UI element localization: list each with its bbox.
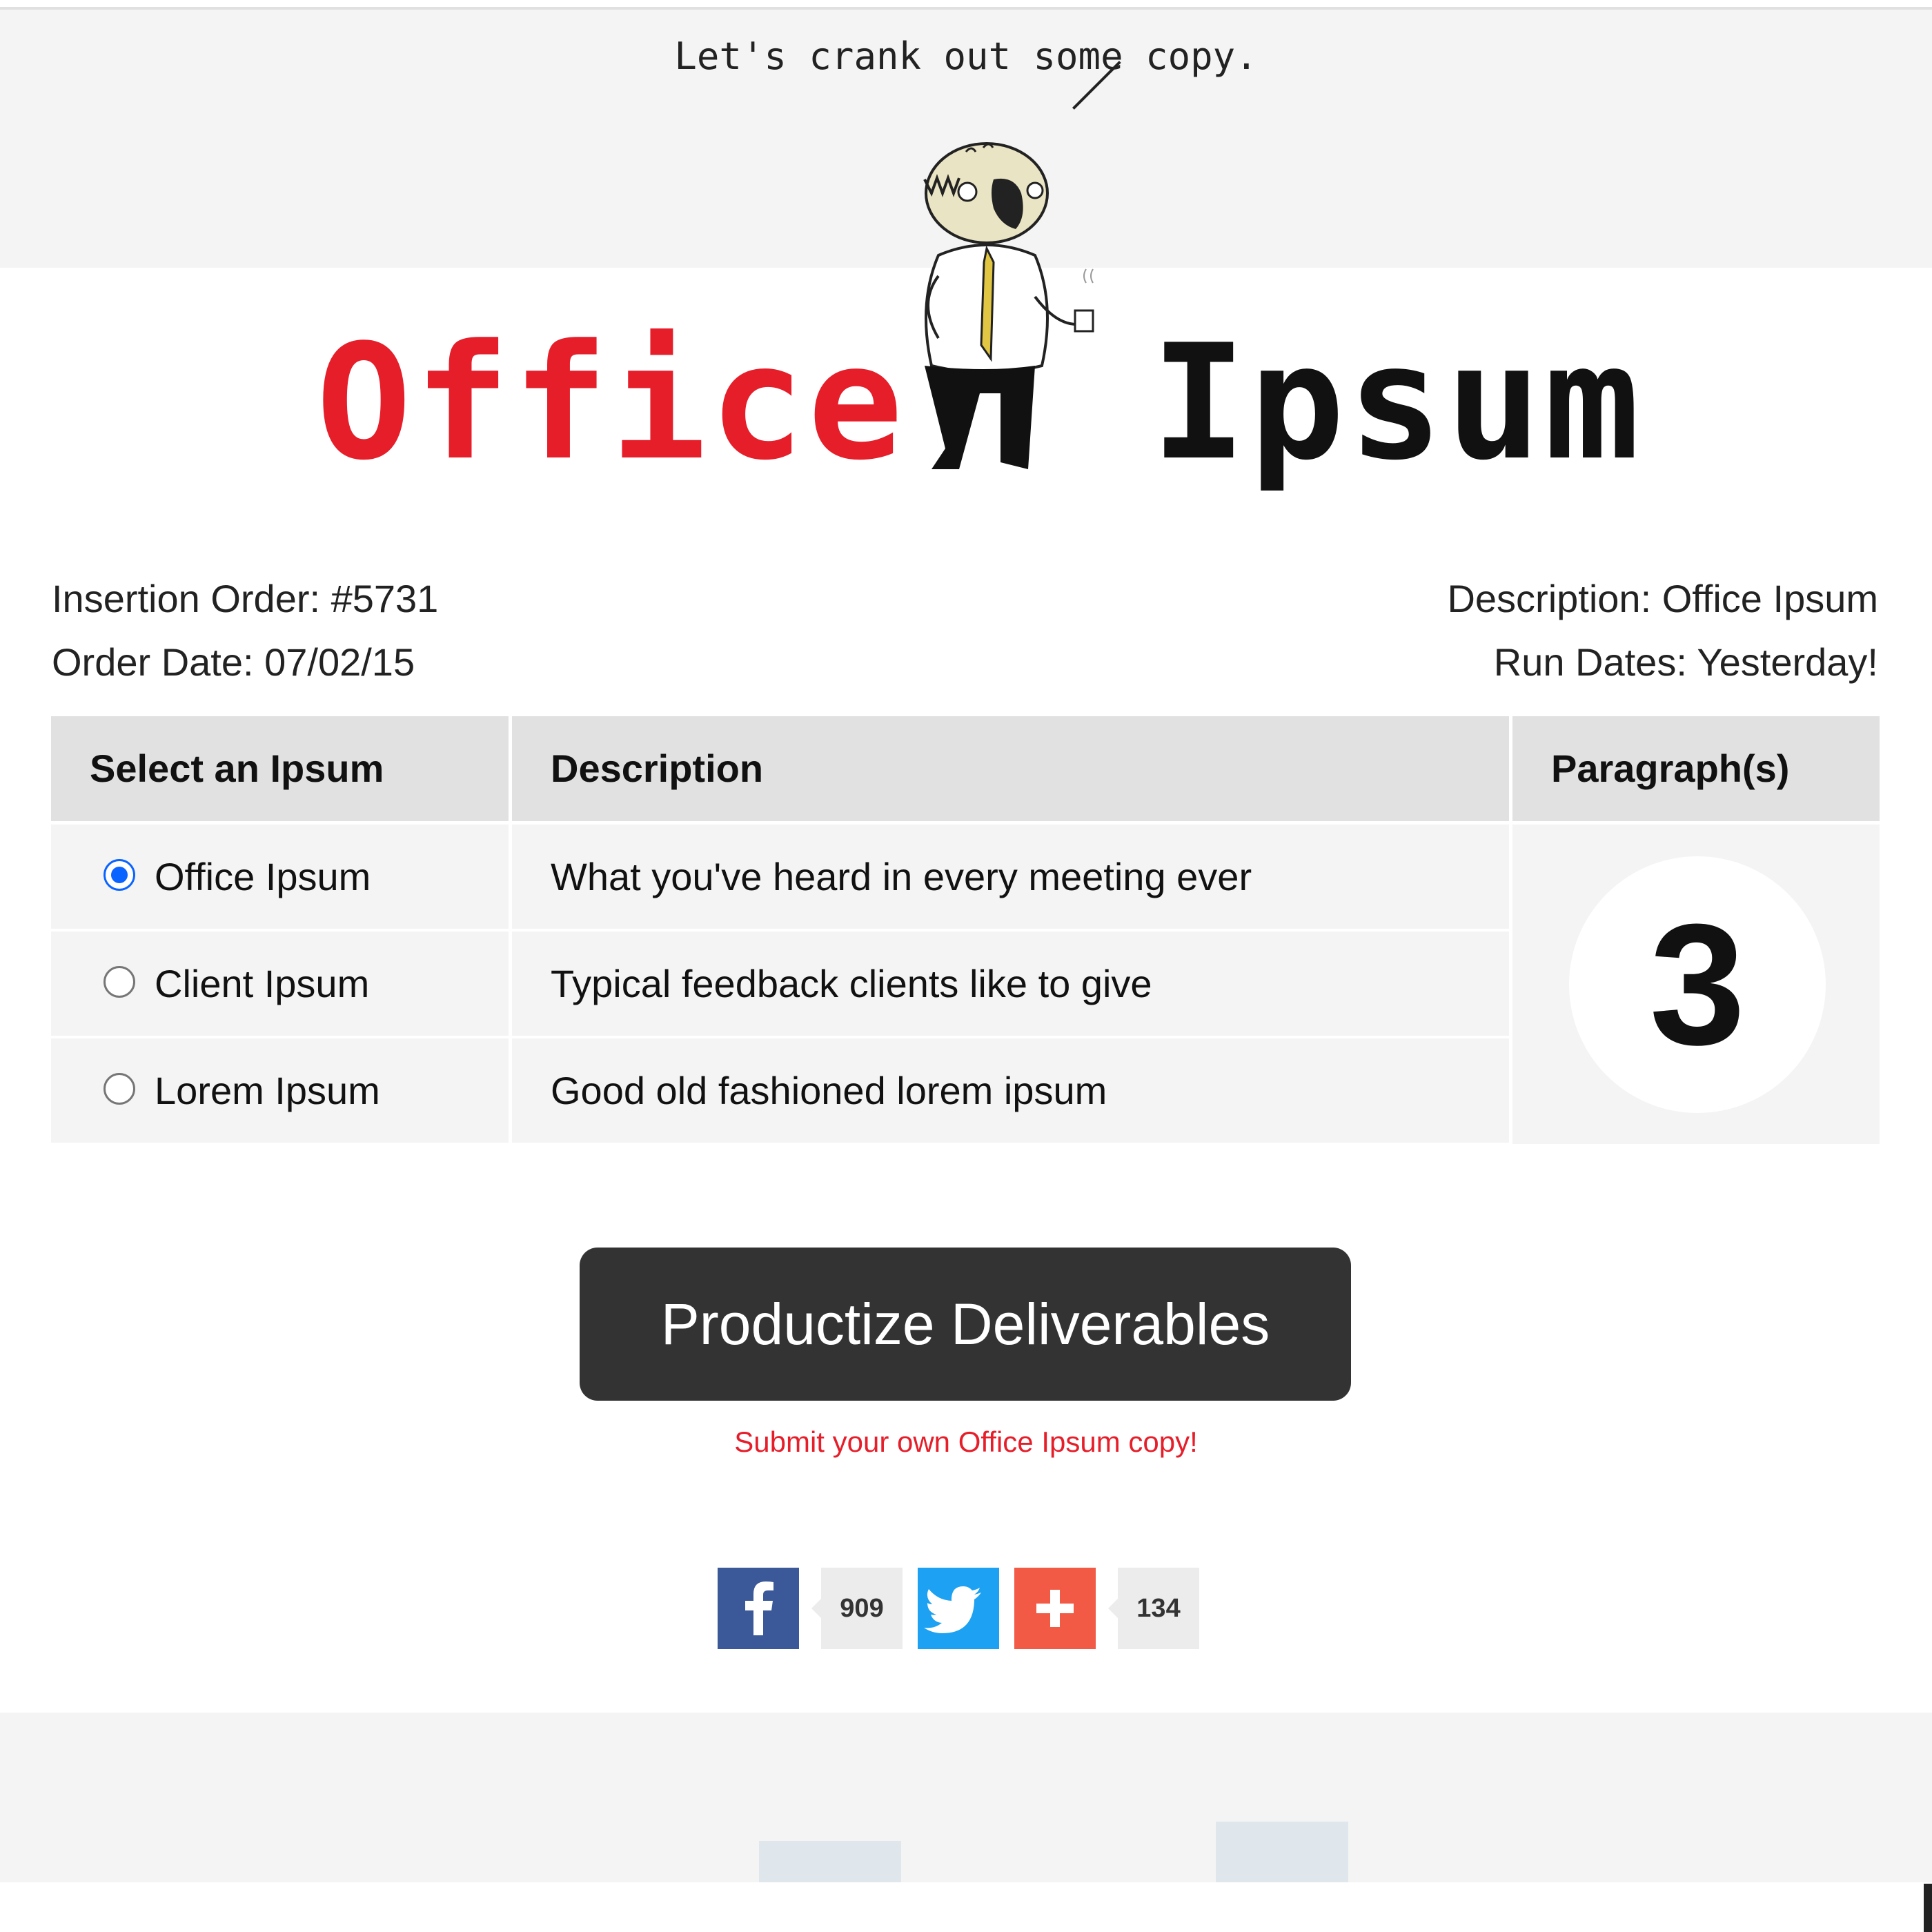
insertion-order: Insertion Order: #5731 [52,577,439,620]
facebook-share-count: 909 [811,1568,903,1649]
order-info-left: Insertion Order: #5731 Order Date: 07/02… [52,567,438,694]
logo-word-office: Office [316,311,906,495]
option-label[interactable]: Office Ipsum [155,855,371,898]
logo-word-ipsum: Ipsum [1151,311,1643,495]
plus-icon [1036,1590,1074,1627]
page-top-border [0,0,1932,10]
window-edge [1924,1884,1932,1932]
radio-client-ipsum[interactable] [103,966,135,998]
table-row[interactable]: Office Ipsum What you've heard in every … [51,825,1509,929]
share-more-count: 134 [1108,1568,1199,1649]
footer-placeholder-image [759,1841,901,1882]
submit-copy-link[interactable]: Submit your own Office Ipsum copy! [0,1426,1932,1459]
option-label[interactable]: Client Ipsum [155,962,369,1005]
option-description: Typical feedback clients like to give [512,931,1509,1036]
facebook-share-button[interactable] [718,1568,799,1649]
speech-bubble-text: Let's crank out some copy. [674,34,1258,78]
option-description: Good old fashioned lorem ipsum [512,1038,1509,1143]
column-header-paragraphs: Paragraph(s) [1512,716,1880,821]
run-dates: Run Dates: Yesterday! [1493,640,1878,684]
footer-placeholder-image [1216,1822,1348,1882]
share-more-button[interactable] [1014,1568,1096,1649]
column-header-description: Description [512,716,1509,821]
ipsum-option-lorem[interactable]: Lorem Ipsum [51,1038,509,1143]
productize-deliverables-button[interactable]: Productize Deliverables [580,1248,1351,1401]
option-label[interactable]: Lorem Ipsum [155,1069,380,1112]
footer-band [0,1713,1932,1882]
order-date: Order Date: 07/02/15 [52,640,415,684]
column-header-select: Select an Ipsum [51,716,509,821]
paragraph-count-input[interactable]: 3 [1569,856,1826,1113]
table-row[interactable]: Client Ipsum Typical feedback clients li… [51,931,1509,1036]
ipsum-option-client[interactable]: Client Ipsum [51,931,509,1036]
radio-lorem-ipsum[interactable] [103,1073,135,1105]
ipsum-table: Select an Ipsum Description Paragraph(s)… [51,716,1880,1144]
facebook-icon [745,1581,773,1635]
option-description: What you've heard in every meeting ever [512,825,1509,929]
order-info-right: Description: Office Ipsum Run Dates: Yes… [1447,567,1878,694]
twitter-share-button[interactable] [918,1568,999,1649]
radio-office-ipsum[interactable] [103,859,135,891]
office-guy-illustration [923,142,1094,469]
order-description: Description: Office Ipsum [1447,577,1878,620]
ipsum-option-office[interactable]: Office Ipsum [51,825,509,929]
table-row[interactable]: Lorem Ipsum Good old fashioned lorem ips… [51,1038,1509,1143]
paragraph-count-cell: 3 [1512,825,1880,1144]
twitter-icon [924,1586,981,1633]
